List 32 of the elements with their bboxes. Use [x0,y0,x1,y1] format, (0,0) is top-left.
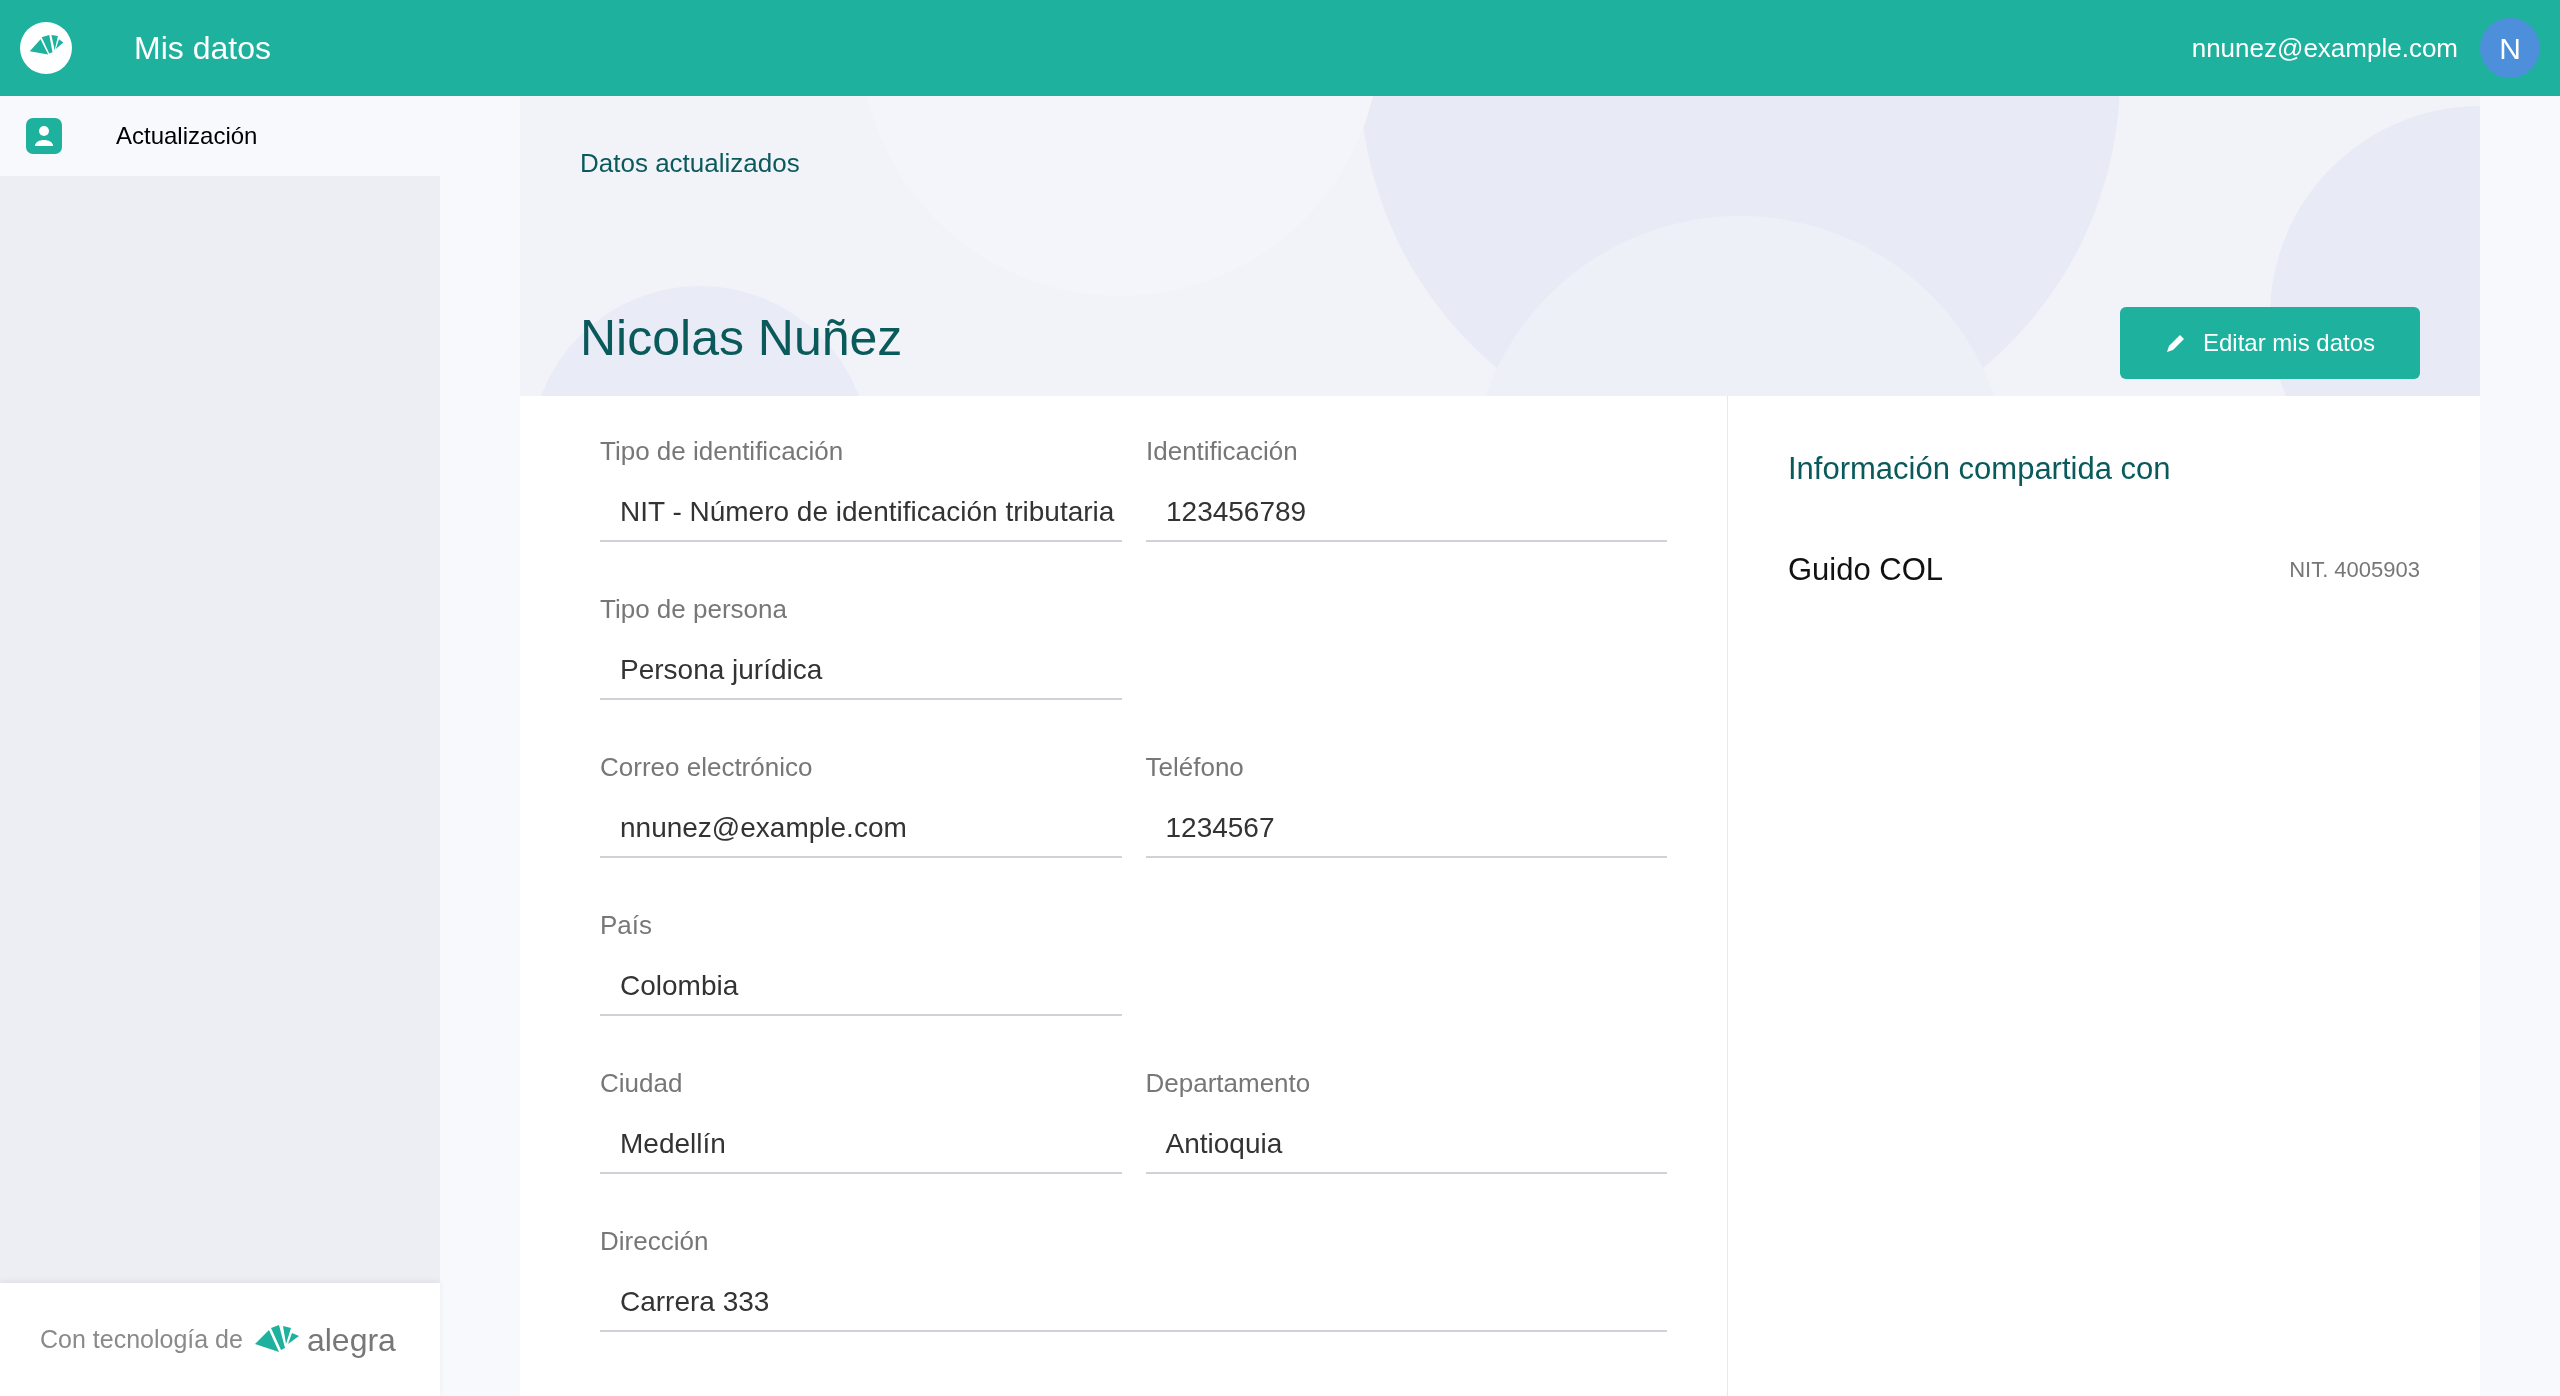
user-icon [26,118,62,154]
field-label: Tipo de identificación [600,436,845,466]
field-value: Colombia [600,958,1122,1016]
field-label: Departamento [1145,1068,1312,1098]
user-email: nnunez@example.com [2191,31,2458,65]
field-label: Tipo de persona [600,594,788,624]
field-label: Correo electrónico [600,752,814,782]
field-label: Ciudad [600,1068,684,1098]
field-label: Teléfono [1145,752,1245,782]
edit-button[interactable]: Editar mis datos [2120,306,2420,379]
field-value: nnunez@example.com [600,800,1122,858]
field-value: Antioquia [1145,1116,1667,1174]
field-value: Carrera 333 [600,1274,1667,1332]
page-title: Mis datos [134,29,271,68]
field-value: Medellín [600,1116,1122,1174]
user-avatar[interactable]: N [2480,18,2540,78]
field-value: 123456789 [1146,484,1667,542]
sidebar-item[interactable]: Actualización [0,96,440,176]
field-label: Dirección [600,1226,710,1256]
field-value: Persona jurídica [600,642,1122,700]
logo-icon [20,22,72,74]
brand-name: alegra [306,1320,396,1360]
company-name: Guido COL [1788,550,1944,589]
field-label: Identificación [1146,436,1299,466]
footer-text: Con tecnología de [40,1323,243,1355]
shared-title: Información compartida con [1788,450,2172,488]
status-text: Datos actualizados [580,147,801,180]
field-value: 1234567 [1145,800,1667,858]
field-label: País [600,910,654,940]
profile-name: Nicolas Nuñez [580,309,903,368]
field-value: NIT - Número de identificación tributaria [600,484,1122,542]
company-id: NIT. 4005903 [2289,556,2420,585]
